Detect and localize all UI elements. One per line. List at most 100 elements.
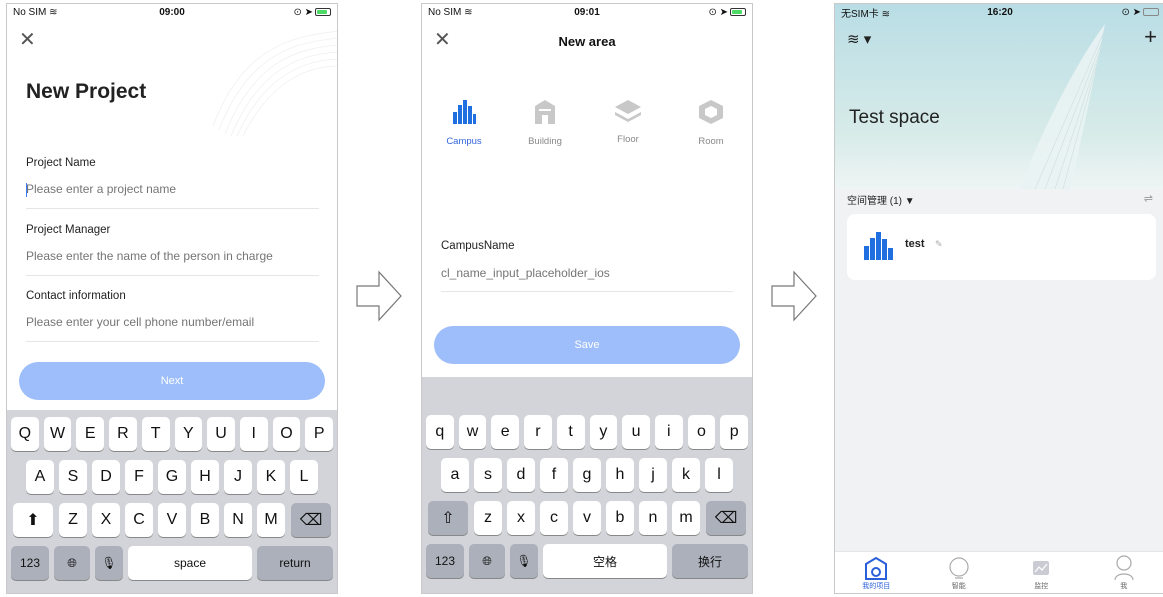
keyboard: q w e r t y u i o p a s d f g h j k l ⇧ … bbox=[422, 377, 752, 593]
tab-my-projects[interactable]: 我的项目 bbox=[835, 552, 918, 593]
key[interactable]: q bbox=[425, 415, 454, 449]
key[interactable]: g bbox=[573, 458, 601, 492]
key[interactable]: j bbox=[639, 458, 667, 492]
key[interactable]: s bbox=[474, 458, 502, 492]
key[interactable]: Y bbox=[174, 417, 203, 451]
return-key[interactable]: 换行 bbox=[672, 544, 748, 578]
key[interactable]: A bbox=[26, 460, 54, 494]
numbers-key[interactable]: 123 bbox=[426, 544, 464, 578]
key[interactable]: p bbox=[720, 415, 749, 449]
backspace-key-icon[interactable]: ⌫ bbox=[291, 503, 331, 537]
divider bbox=[26, 341, 319, 342]
key[interactable]: J bbox=[224, 460, 252, 494]
backspace-key-icon[interactable]: ⌫ bbox=[706, 501, 746, 535]
shift-key-icon[interactable]: ⬆ bbox=[13, 503, 53, 537]
tab-me[interactable]: 我 bbox=[1083, 552, 1163, 593]
key[interactable]: d bbox=[507, 458, 535, 492]
key[interactable]: k bbox=[672, 458, 700, 492]
key[interactable]: I bbox=[239, 417, 268, 451]
key[interactable]: O bbox=[272, 417, 301, 451]
category-room[interactable]: Room bbox=[676, 100, 746, 147]
microphone-key-icon[interactable]: 🎙︎ bbox=[510, 544, 538, 578]
project-name-input[interactable] bbox=[26, 182, 318, 196]
key[interactable]: z bbox=[474, 501, 502, 535]
keyboard-row-3: ⬆ Z X C V B N M ⌫ bbox=[11, 503, 333, 537]
key[interactable]: u bbox=[622, 415, 650, 449]
key[interactable]: B bbox=[191, 503, 219, 537]
key[interactable]: G bbox=[158, 460, 186, 494]
shift-key-icon[interactable]: ⇧ bbox=[428, 501, 468, 535]
space-card[interactable]: test ✎ bbox=[847, 214, 1156, 280]
key[interactable]: L bbox=[290, 460, 318, 494]
key[interactable]: U bbox=[207, 417, 235, 451]
key[interactable]: K bbox=[257, 460, 285, 494]
section-header[interactable]: 空间管理 (1) ▼ bbox=[847, 192, 915, 207]
edit-icon[interactable]: ✎ bbox=[935, 239, 943, 250]
campus-name-label: CampusName bbox=[441, 240, 515, 252]
category-campus[interactable]: Campus bbox=[429, 100, 499, 147]
key[interactable]: Z bbox=[59, 503, 87, 537]
key[interactable]: N bbox=[224, 503, 252, 537]
key[interactable]: b bbox=[606, 501, 634, 535]
microphone-key-icon[interactable]: 🎙︎ bbox=[95, 546, 123, 580]
key[interactable]: e bbox=[491, 415, 520, 449]
project-manager-label: Project Manager bbox=[26, 224, 111, 236]
key[interactable]: S bbox=[59, 460, 87, 494]
divider bbox=[26, 275, 319, 276]
key[interactable]: T bbox=[141, 417, 170, 451]
key[interactable]: E bbox=[76, 417, 105, 451]
project-manager-input[interactable] bbox=[26, 249, 318, 263]
space-key[interactable]: 空格 bbox=[543, 544, 667, 578]
key[interactable]: r bbox=[524, 415, 552, 449]
key[interactable]: X bbox=[92, 503, 120, 537]
key[interactable]: R bbox=[109, 417, 137, 451]
save-button[interactable]: Save bbox=[434, 326, 740, 364]
key[interactable]: D bbox=[92, 460, 120, 494]
room-icon bbox=[699, 100, 723, 124]
key[interactable]: C bbox=[125, 503, 153, 537]
key[interactable]: x bbox=[507, 501, 535, 535]
key[interactable]: c bbox=[540, 501, 568, 535]
globe-key-icon[interactable]: 🌐︎ bbox=[469, 544, 505, 578]
contact-input[interactable] bbox=[26, 315, 318, 329]
close-icon[interactable]: ✕ bbox=[19, 30, 36, 50]
new-project-screen: No SIM ≋ 09:00 ⊙ ➤ ✕ New Project Project… bbox=[6, 3, 338, 594]
key[interactable]: h bbox=[606, 458, 634, 492]
numbers-key[interactable]: 123 bbox=[11, 546, 49, 580]
nav-title: New area bbox=[558, 34, 616, 49]
tab-smart[interactable]: 智能 bbox=[918, 552, 1001, 593]
key[interactable]: W bbox=[43, 417, 72, 451]
key[interactable]: w bbox=[458, 415, 487, 449]
key[interactable]: F bbox=[125, 460, 153, 494]
key[interactable]: f bbox=[540, 458, 568, 492]
category-building[interactable]: Building bbox=[510, 100, 580, 147]
category-floor[interactable]: Floor bbox=[593, 100, 663, 145]
key[interactable]: a bbox=[441, 458, 469, 492]
tab-monitor[interactable]: 监控 bbox=[1000, 552, 1083, 593]
campus-name-input[interactable] bbox=[441, 266, 733, 280]
key[interactable]: m bbox=[672, 501, 700, 535]
layers-menu-icon[interactable]: ≋ ▾ bbox=[847, 30, 871, 48]
add-icon[interactable]: + bbox=[1144, 26, 1157, 48]
carrier-label: No SIM bbox=[428, 6, 462, 18]
key[interactable]: o bbox=[687, 415, 716, 449]
space-key[interactable]: space bbox=[128, 546, 252, 580]
return-key[interactable]: return bbox=[257, 546, 333, 580]
key[interactable]: l bbox=[705, 458, 733, 492]
key[interactable]: H bbox=[191, 460, 219, 494]
key[interactable]: M bbox=[257, 503, 285, 537]
key[interactable]: Q bbox=[10, 417, 39, 451]
key[interactable]: n bbox=[639, 501, 667, 535]
globe-key-icon[interactable]: 🌐︎ bbox=[54, 546, 90, 580]
filter-icon[interactable]: ⇌ bbox=[1144, 192, 1153, 205]
key[interactable]: P bbox=[305, 417, 334, 451]
key[interactable]: v bbox=[573, 501, 601, 535]
key[interactable]: V bbox=[158, 503, 186, 537]
key[interactable]: y bbox=[589, 415, 618, 449]
next-button[interactable]: Next bbox=[19, 362, 325, 400]
keyboard-bottom-row: 123 🌐︎ 🎙︎ 空格 换行 bbox=[426, 544, 748, 578]
key[interactable]: i bbox=[654, 415, 683, 449]
flow-arrow-icon bbox=[771, 270, 817, 322]
wifi-icon: ≋ bbox=[881, 8, 890, 20]
key[interactable]: t bbox=[556, 415, 585, 449]
